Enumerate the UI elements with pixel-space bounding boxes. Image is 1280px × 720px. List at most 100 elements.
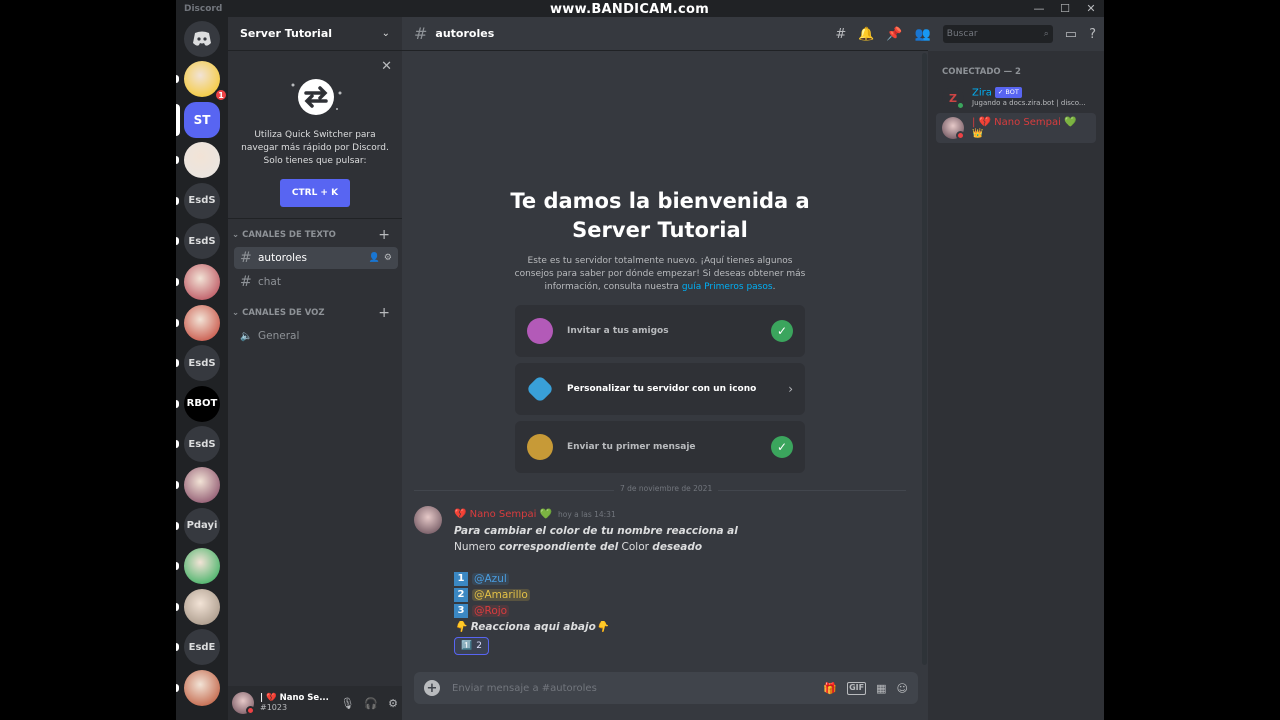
shortcut-button[interactable]: CTRL + K bbox=[280, 179, 350, 207]
channel-sidebar: Server Tutorial ⌄ ✕ Utiliza Quick Switch… bbox=[228, 17, 402, 720]
gear-icon[interactable]: ⚙ bbox=[384, 253, 392, 263]
getting-started-link[interactable]: guía Primeros pasos bbox=[682, 282, 773, 292]
text-span: Numero bbox=[454, 541, 496, 553]
role-mention[interactable]: @Azul bbox=[472, 573, 509, 585]
role-line: 2 @Amarillo bbox=[454, 587, 914, 603]
input-placeholder: Enviar mensaje a #autoroles bbox=[452, 682, 597, 694]
add-channel-icon[interactable]: + bbox=[378, 305, 390, 321]
bot-badge: ✓ BOT bbox=[994, 86, 1022, 98]
unread-pill bbox=[176, 318, 179, 327]
card-customize-icon[interactable]: Personalizar tu servidor con un icono › bbox=[515, 363, 805, 415]
server-icon-esds[interactable]: EsdS bbox=[184, 426, 220, 463]
server-icon-esds[interactable]: EsdS bbox=[184, 345, 220, 382]
welcome-description: Este es tu servidor totalmente nuevo. ¡A… bbox=[510, 255, 810, 294]
card-invite-friends[interactable]: Invitar a tus amigos ✓ bbox=[515, 305, 805, 357]
caret-icon: ⌄ bbox=[232, 230, 243, 240]
gif-icon[interactable]: GIF bbox=[847, 681, 867, 695]
pin-icon[interactable]: 📌 bbox=[886, 27, 902, 42]
server-avatar-icon[interactable]: 1 bbox=[184, 61, 228, 102]
discord-logo-icon bbox=[193, 31, 211, 46]
card-first-message[interactable]: Enviar tu primer mensaje ✓ bbox=[515, 421, 805, 473]
server-avatar-icon[interactable] bbox=[184, 467, 220, 503]
card-label: Personalizar tu servidor con un icono bbox=[567, 384, 757, 394]
message-input[interactable]: + Enviar mensaje a #autoroles 🎁 GIF ▦ ☺ bbox=[414, 672, 918, 704]
server-avatar-icon[interactable] bbox=[184, 264, 220, 300]
bell-icon[interactable]: 🔔 bbox=[858, 27, 874, 42]
role-mention[interactable]: @Amarillo bbox=[472, 589, 530, 601]
welcome-section: Te damos la bienvenida a Server Tutorial … bbox=[402, 187, 918, 294]
chevron-right-icon: › bbox=[788, 382, 793, 396]
member-item[interactable]: | 💔 Nano Sempai 💚 👑 bbox=[936, 113, 1096, 143]
server-icon-rbot[interactable]: RBOT bbox=[184, 385, 220, 422]
inbox-icon[interactable]: ▭ bbox=[1065, 27, 1077, 42]
settings-gear-icon[interactable]: ⚙ bbox=[388, 697, 398, 710]
emoji-icon[interactable]: ☺ bbox=[897, 682, 908, 695]
category-label: CANALES DE TEXTO bbox=[242, 230, 336, 240]
server-label: EsdE bbox=[188, 641, 216, 653]
server-avatar-icon[interactable] bbox=[184, 588, 220, 625]
member-item[interactable]: Z Zira ✓ BOT Jugando a docs.zira.bot | di… bbox=[936, 83, 1096, 113]
invite-icon[interactable]: 👤 bbox=[369, 253, 380, 263]
status-online-icon bbox=[956, 101, 965, 110]
message-author[interactable]: 💔 Nano Sempai 💚 bbox=[454, 509, 552, 520]
welcome-title: Te damos la bienvenida a Server Tutorial bbox=[402, 187, 918, 245]
avatar bbox=[942, 117, 965, 140]
unread-pill bbox=[176, 521, 179, 530]
server-avatar-icon[interactable] bbox=[184, 304, 220, 341]
server-avatar-icon[interactable] bbox=[184, 548, 220, 585]
add-channel-icon[interactable]: + bbox=[378, 227, 390, 243]
keycap-3-icon: 3 bbox=[454, 604, 468, 618]
keycap-1-icon: 1 bbox=[454, 572, 468, 586]
category-text-channels[interactable]: ⌄ CANALES DE TEXTO + bbox=[228, 225, 402, 245]
date-divider-label: 7 de noviembre de 2021 bbox=[614, 484, 719, 493]
sticker-icon[interactable]: ▦ bbox=[876, 682, 886, 695]
server-icon-pdayi[interactable]: Pdayi bbox=[184, 507, 220, 544]
window-controls: — ☐ ✕ bbox=[1026, 0, 1104, 17]
date-divider: 7 de noviembre de 2021 bbox=[414, 484, 906, 493]
home-button[interactable] bbox=[184, 21, 220, 57]
server-label: Pdayi bbox=[186, 520, 218, 532]
add-attachment-icon[interactable]: + bbox=[424, 680, 440, 696]
help-icon[interactable]: ? bbox=[1089, 27, 1096, 42]
threads-icon[interactable]: # bbox=[835, 27, 846, 42]
minimize-icon[interactable]: — bbox=[1026, 0, 1052, 17]
scrollbar[interactable] bbox=[922, 53, 927, 665]
reaction-count: 2 bbox=[476, 641, 482, 651]
server-header[interactable]: Server Tutorial ⌄ bbox=[228, 17, 402, 51]
text-span: Color bbox=[621, 541, 649, 553]
avatar[interactable] bbox=[414, 506, 442, 534]
member-name: | 💔 Nano Sempai 💚 bbox=[972, 116, 1077, 128]
server-avatar-icon[interactable] bbox=[184, 142, 220, 179]
unread-pill bbox=[176, 196, 179, 205]
reaction-button[interactable]: 1️⃣ 2 bbox=[454, 637, 489, 655]
headphones-icon[interactable]: 🎧 bbox=[364, 697, 378, 710]
member-list: CONECTADO — 2 Z Zira ✓ BOT Jugando a docs… bbox=[928, 51, 1104, 720]
channel-autoroles[interactable]: # autoroles 👤 ⚙ bbox=[234, 247, 398, 269]
server-label: EsdS bbox=[188, 195, 216, 207]
category-voice-channels[interactable]: ⌄ CANALES DE VOZ + bbox=[228, 303, 402, 323]
avatar[interactable] bbox=[232, 692, 255, 715]
close-icon[interactable]: ✕ bbox=[381, 59, 392, 74]
search-input[interactable]: Buscar ⌕ bbox=[942, 25, 1053, 43]
server-icon-st[interactable]: ST bbox=[184, 101, 220, 138]
channel-chat[interactable]: # chat bbox=[234, 271, 398, 293]
maximize-icon[interactable]: ☐ bbox=[1052, 0, 1078, 17]
server-icon-esds[interactable]: EsdS bbox=[184, 223, 220, 260]
role-mention[interactable]: @Rojo bbox=[472, 605, 510, 617]
member-name: Zira bbox=[972, 87, 992, 99]
unread-pill bbox=[176, 602, 179, 611]
server-avatar-icon[interactable] bbox=[184, 670, 220, 706]
message-line: Para cambiar el color de tu nombre reacc… bbox=[454, 525, 738, 537]
close-window-icon[interactable]: ✕ bbox=[1078, 0, 1104, 17]
discord-window: Discord www.BANDICAM.com — ☐ ✕ 1 ST EsdS Es… bbox=[176, 0, 1104, 720]
unread-pill bbox=[176, 103, 180, 136]
server-label: EsdS bbox=[188, 438, 216, 450]
microphone-icon[interactable]: 🎙 bbox=[340, 697, 354, 710]
member-list-icon[interactable]: 👥 bbox=[915, 27, 931, 42]
channel-general-voice[interactable]: 🔈 General bbox=[234, 325, 398, 347]
gift-icon[interactable]: 🎁 bbox=[823, 682, 837, 695]
notification-badge: 1 bbox=[214, 88, 228, 102]
server-icon-esde[interactable]: EsdE bbox=[184, 629, 220, 666]
welcome-desc-tail: . bbox=[772, 282, 776, 292]
server-icon-esds[interactable]: EsdS bbox=[184, 182, 220, 219]
